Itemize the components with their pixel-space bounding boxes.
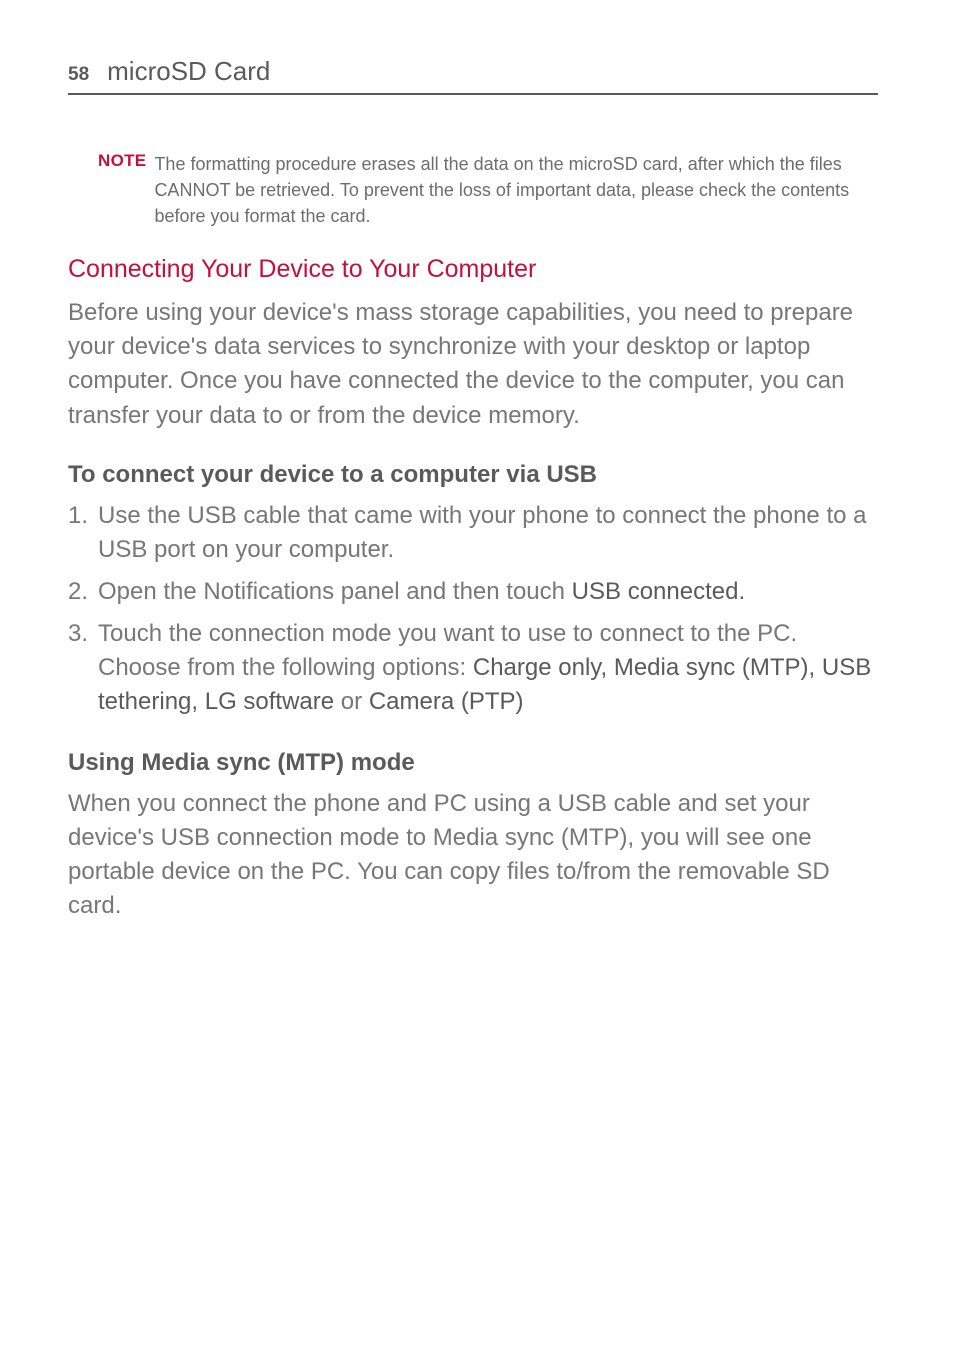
list-number: 2. <box>68 575 98 609</box>
page-header: 58 microSD Card <box>68 56 878 95</box>
section3-paragraph: When you connect the phone and PC using … <box>68 787 878 923</box>
section1-paragraph: Before using your device's mass storage … <box>68 296 878 432</box>
note-block: NOTE The formatting procedure erases all… <box>68 151 878 229</box>
ui-term-camera-ptp: Camera (PTP) <box>369 688 524 715</box>
list-item: 1. Use the USB cable that came with your… <box>68 499 878 567</box>
list-number: 3. <box>68 617 98 719</box>
subheading-connect-usb: To connect your device to a computer via… <box>68 461 878 489</box>
list-number: 1. <box>68 499 98 567</box>
list-item-text: Touch the connection mode you want to us… <box>98 617 878 719</box>
list-item-text: Use the USB cable that came with your ph… <box>98 499 878 567</box>
ui-term-usb-connected: USB connected. <box>572 578 745 605</box>
text-fragment: Open the Notifications panel and then to… <box>98 578 572 605</box>
section-heading-connecting: Connecting Your Device to Your Computer <box>68 255 878 284</box>
list-item-text: Open the Notifications panel and then to… <box>98 575 878 609</box>
subheading-media-sync: Using Media sync (MTP) mode <box>68 749 878 777</box>
note-text: The formatting procedure erases all the … <box>154 151 878 229</box>
page-number: 58 <box>68 64 89 86</box>
list-item: 3. Touch the connection mode you want to… <box>68 617 878 719</box>
list-item: 2. Open the Notifications panel and then… <box>68 575 878 609</box>
text-fragment: or <box>334 688 369 715</box>
page-title: microSD Card <box>107 56 270 87</box>
note-label: NOTE <box>98 151 146 229</box>
usb-steps-list: 1. Use the USB cable that came with your… <box>68 499 878 719</box>
